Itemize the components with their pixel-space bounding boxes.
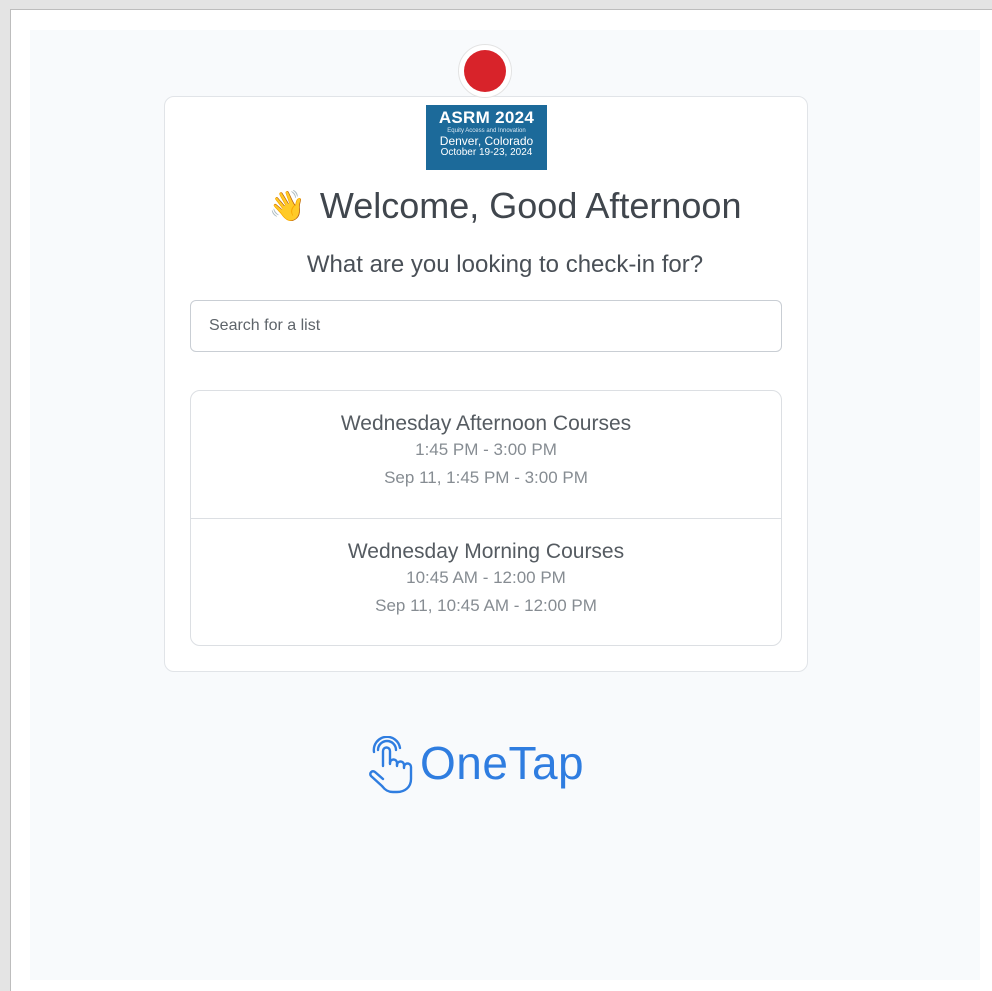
event-logo-banner: ASRM 2024 Equity Access and Innovation D… — [426, 105, 547, 170]
list-item-date: Sep 11, 1:45 PM - 3:00 PM — [384, 468, 588, 487]
list-item[interactable]: Wednesday Morning Courses 10:45 AM - 12:… — [191, 518, 781, 645]
checkin-subtitle: What are you looking to check-in for? — [306, 251, 704, 278]
list-item[interactable]: Wednesday Afternoon Courses 1:45 PM - 3:… — [191, 391, 781, 518]
onetap-logo-text: OneTap — [420, 737, 585, 789]
event-logo-location: Denver, Colorado — [439, 134, 534, 148]
event-logo-dates: October 19-23, 2024 — [440, 147, 533, 158]
welcome-text: Welcome, Good Afternoon — [319, 185, 742, 226]
event-logo: ASRM 2024 Equity Access and Innovation D… — [426, 44, 547, 170]
checkin-list: Wednesday Afternoon Courses 1:45 PM - 3:… — [190, 390, 782, 646]
waving-hand-icon: 👋 — [268, 190, 306, 223]
list-item-time: 1:45 PM - 3:00 PM — [415, 440, 557, 459]
event-seal-icon — [458, 44, 512, 98]
search-input[interactable] — [190, 300, 782, 352]
list-item-title: Wednesday Afternoon Courses — [340, 412, 632, 435]
event-logo-title: ASRM 2024 — [438, 108, 535, 127]
list-item-date: Sep 11, 10:45 AM - 12:00 PM — [375, 596, 597, 615]
tap-hand-icon — [369, 736, 413, 794]
list-item-time: 10:45 AM - 12:00 PM — [406, 568, 566, 587]
list-item-title: Wednesday Morning Courses — [347, 540, 625, 563]
onetap-logo: OneTap — [366, 732, 606, 796]
checkin-page: ASRM 2024 Equity Access and Innovation D… — [30, 30, 980, 980]
welcome-heading: 👋 Welcome, Good Afternoon — [30, 186, 980, 227]
